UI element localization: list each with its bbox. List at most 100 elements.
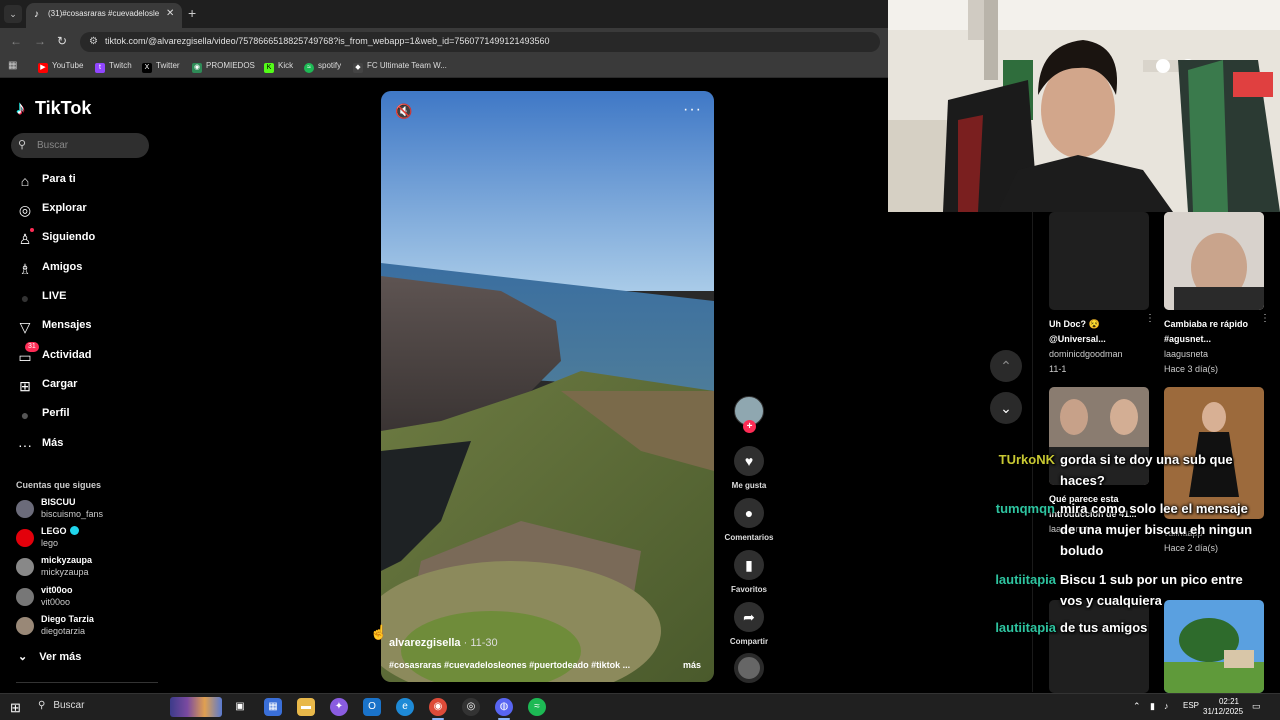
search-input[interactable] bbox=[37, 137, 142, 154]
favorites-button[interactable]: ▮ Favoritos bbox=[719, 550, 779, 594]
recommended-video[interactable]: Uh Doc? 😵@Universal... dominicdgoodman 1… bbox=[1049, 212, 1155, 376]
video-frame-image bbox=[381, 91, 714, 682]
following-heading: Cuentas que sigues bbox=[16, 480, 102, 490]
windows-start-icon[interactable]: ⊞ bbox=[10, 700, 21, 716]
sidebar-divider bbox=[16, 682, 158, 683]
edge-icon[interactable]: e bbox=[396, 698, 414, 716]
youtube-icon: ▶ bbox=[38, 63, 48, 73]
kick-icon: K bbox=[264, 63, 274, 73]
discord-icon[interactable]: ◍ bbox=[495, 698, 513, 720]
chrome-icon[interactable]: ◉ bbox=[429, 698, 447, 720]
video-thumbnail bbox=[1164, 600, 1264, 693]
webcam-overlay bbox=[888, 0, 1280, 212]
heart-icon: ♥ bbox=[734, 446, 764, 476]
browser-tab[interactable]: ♪ (31)#cosasraras #cuevadelosle ✕ bbox=[26, 3, 182, 28]
tab-search-button[interactable]: ⌄ bbox=[4, 5, 22, 23]
reload-button[interactable]: ↻ bbox=[57, 34, 67, 48]
new-tab-button[interactable]: + bbox=[188, 5, 196, 21]
search-icon: ⚲ bbox=[18, 139, 27, 151]
chat-message: TUrkoNK gorda si te doy una sub que hace… bbox=[998, 452, 1233, 488]
bookmark-youtube[interactable]: ▶ YouTube bbox=[38, 61, 83, 73]
avatar bbox=[16, 500, 34, 518]
bookmark-kick[interactable]: K Kick bbox=[264, 61, 293, 73]
task-view-icon[interactable]: ▣ bbox=[231, 698, 249, 716]
outlook-icon[interactable]: O bbox=[363, 698, 381, 716]
bookmark-promiedos[interactable]: ◉ PROMIEDOS bbox=[192, 61, 255, 73]
follow-plus-icon[interactable]: + bbox=[743, 420, 756, 433]
back-button[interactable]: ← bbox=[10, 34, 22, 48]
avatar bbox=[16, 558, 34, 576]
previous-video-button[interactable]: ⌃ bbox=[990, 350, 1022, 382]
omnibox[interactable]: ⚙ tiktok.com/@alvarezgisella/video/75786… bbox=[80, 32, 880, 52]
profile-icon: ● bbox=[20, 407, 30, 423]
twitch-icon: t bbox=[95, 63, 105, 73]
avatar bbox=[16, 617, 34, 635]
search-box[interactable]: ⚲ bbox=[11, 133, 149, 158]
url-text[interactable]: tiktok.com/@alvarezgisella/video/7578666… bbox=[105, 36, 549, 46]
video-thumbnail bbox=[1164, 212, 1264, 310]
microphone-icon[interactable]: ▮ bbox=[1150, 701, 1155, 712]
promiedos-icon: ◉ bbox=[192, 63, 202, 73]
recommended-video[interactable] bbox=[1049, 600, 1149, 693]
spotify-icon[interactable]: ≈ bbox=[528, 698, 546, 716]
recommended-video[interactable]: Cambiaba re rápido #agusnet... laagusnet… bbox=[1164, 212, 1270, 376]
comment-icon: ● bbox=[734, 498, 764, 528]
system-clock[interactable]: 02:21 31/12/2025 bbox=[1203, 697, 1243, 717]
bookmark-icon: ▮ bbox=[734, 550, 764, 580]
screen: ⌄ ♪ (31)#cosasraras #cuevadelosle ✕ + ← … bbox=[0, 0, 1280, 720]
chevron-up-icon[interactable]: ⌃ bbox=[1133, 701, 1141, 712]
taskbar-search[interactable]: ⚲ Buscar bbox=[38, 700, 84, 711]
windows-taskbar: ⊞ ⚲ Buscar ▣ ▦ ▬ ✦ O e ◉ ◎ ◍ ≈ ⌃ ▮ ♪ ESP … bbox=[0, 693, 1280, 720]
vertical-dots-icon[interactable]: ⋮ bbox=[1260, 313, 1270, 324]
recommended-video[interactable] bbox=[1164, 600, 1264, 693]
search-highlight-image bbox=[170, 697, 222, 717]
sound-disc-icon[interactable] bbox=[734, 653, 764, 683]
apps-grid-icon[interactable]: ▦ bbox=[8, 60, 17, 71]
speaker-icon[interactable]: ♪ bbox=[1164, 701, 1169, 711]
activity-badge: 31 bbox=[25, 342, 39, 352]
vertical-dots-icon[interactable]: ⋮ bbox=[1145, 313, 1155, 324]
bookmark-fc-ultimate-team[interactable]: ◆ FC Ultimate Team W... bbox=[353, 61, 447, 73]
notifications-icon[interactable]: ▭ bbox=[1252, 701, 1261, 712]
video-author[interactable]: alvarezgisella · 11-30 bbox=[389, 637, 498, 649]
chevron-down-icon: ⌄ bbox=[18, 651, 28, 663]
verified-icon bbox=[69, 526, 79, 535]
close-tab-icon[interactable]: ✕ bbox=[166, 8, 174, 19]
chevron-up-icon: ⌃ bbox=[1000, 358, 1012, 374]
share-icon: ➦ bbox=[734, 602, 764, 632]
video-thumbnail bbox=[1049, 600, 1149, 693]
share-button[interactable]: ➦ Compartir bbox=[719, 602, 779, 646]
compass-icon: ◎ bbox=[18, 202, 32, 218]
copilot-icon[interactable]: ✦ bbox=[330, 698, 348, 716]
x-icon: X bbox=[142, 63, 152, 73]
like-button[interactable]: ♥ Me gusta bbox=[719, 446, 779, 490]
video-thumbnail bbox=[1049, 212, 1149, 310]
chevron-down-icon: ⌄ bbox=[1000, 400, 1012, 416]
bookmark-spotify[interactable]: ≈ spotify bbox=[304, 61, 341, 73]
see-more-button[interactable]: ⌄ Ver más bbox=[18, 650, 81, 663]
site-info-icon[interactable]: ⚙ bbox=[89, 36, 98, 47]
language-indicator[interactable]: ESP bbox=[1183, 701, 1199, 710]
tiktok-favicon-icon: ♪ bbox=[34, 9, 39, 20]
video-player[interactable]: 🔇 ··· alvarezgisella · 11-30 #cosasraras… bbox=[381, 91, 714, 682]
more-icon: ··· bbox=[18, 437, 32, 453]
store-icon[interactable]: ▦ bbox=[264, 698, 282, 716]
muted-speaker-icon[interactable]: 🔇 bbox=[395, 103, 412, 120]
video-options-icon[interactable]: ··· bbox=[683, 101, 702, 119]
tab-title: (31)#cosasraras #cuevadelosle bbox=[48, 9, 160, 18]
bookmark-twitter[interactable]: X Twitter bbox=[142, 61, 180, 73]
file-explorer-icon[interactable]: ▬ bbox=[297, 698, 315, 716]
tiktok-logo[interactable]: ♪ TikTok bbox=[16, 98, 91, 119]
ea-icon: ◆ bbox=[353, 63, 363, 73]
comments-button[interactable]: ● Comentarios bbox=[719, 498, 779, 542]
chat-message: tumqmqn mira como solo lee el mensaje de… bbox=[995, 501, 1253, 558]
caption-more-link[interactable]: más bbox=[683, 660, 701, 670]
next-video-button[interactable]: ⌄ bbox=[990, 392, 1022, 424]
following-icon: ♙ bbox=[18, 231, 32, 247]
home-icon: ⌂ bbox=[20, 173, 30, 189]
video-caption[interactable]: #cosasraras #cuevadelosleones #puertodea… bbox=[389, 660, 649, 670]
forward-button[interactable]: → bbox=[34, 34, 46, 48]
obs-icon[interactable]: ◎ bbox=[462, 698, 480, 716]
lego-avatar bbox=[16, 529, 34, 547]
bookmark-twitch[interactable]: t Twitch bbox=[95, 61, 132, 73]
